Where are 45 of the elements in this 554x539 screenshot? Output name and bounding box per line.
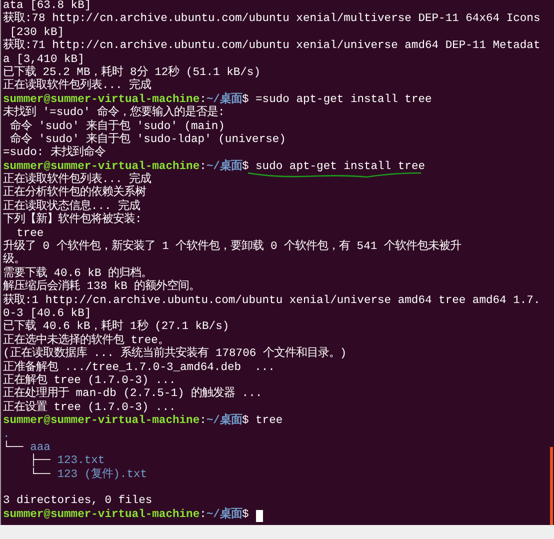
- prompt-text: summer@summer-virtual-machine:~/桌面$: [3, 508, 249, 522]
- tree-branch: ├──: [29, 455, 52, 468]
- directory-name: .: [3, 428, 10, 440]
- output-line: 命令 'sudo' 来自于包 'sudo-ldap' (universe): [8, 134, 286, 146]
- output-line: [230 kB]: [10, 26, 64, 39]
- prompt-text: summer@summer-virtual-machine:~/桌面$: [3, 160, 249, 173]
- output-line: 命令 'sudo' 来自于包 'sudo' (main): [8, 120, 225, 133]
- prompt-text: summer@summer-virtual-machine:~/桌面$: [3, 94, 249, 106]
- output-line: tree: [16, 228, 44, 240]
- output-line: 获取:78 http://cn.archive.ubuntu.com/ubuntu xenial/multiverse DEP-11 64x64 Icons: [3, 13, 540, 26]
- output-line: a [3,410 kB]: [3, 54, 84, 66]
- tree-branch: └──: [3, 442, 24, 456]
- directory-name: 123.txt: [57, 455, 105, 468]
- output-line: 已下载 40.6 kB，耗时 1秒 (27.1 kB/s): [3, 321, 230, 334]
- output-line: 0-3 [40.6 kB]: [3, 308, 92, 320]
- scrollbar-thumb[interactable]: [550, 447, 553, 525]
- prompt-text: summer@summer-virtual-machine:~/桌面$: [3, 415, 249, 429]
- output-line: 正在设置 tree (1.7.0-3) ...: [3, 402, 176, 414]
- output-line: 级。: [3, 254, 25, 266]
- output-line: 3 directories, 0 files: [3, 495, 152, 508]
- output-line: 获取:1 http://cn.archive.ubuntu.com/ubuntu xenial/universe amd64 tree amd64 1.7.: [3, 294, 540, 308]
- tree-branch: └──: [29, 468, 52, 482]
- command-text: tree: [256, 415, 283, 429]
- output-line: (正在读取数据库 ... 系统当前共安装有 178706 个文件和目录。): [3, 348, 347, 360]
- output-line: 正在读取状态信息... 完成: [3, 200, 140, 213]
- output-line: 正在读取软件包列表... 完成: [3, 174, 152, 186]
- directory-name: 123 (复件).txt: [57, 468, 148, 482]
- output-line: 解压缩后会消耗 138 kB 的额外空间。: [3, 281, 200, 294]
- command-text: sudo apt-get install tree: [256, 160, 426, 174]
- output-line: 需要下载 40.6 kB 的归档。: [3, 268, 152, 280]
- output-line: 正准备解包 .../tree_1.7.0-3_amd64.deb ...: [3, 362, 275, 374]
- output-line: 正在选中未选择的软件包 tree。: [3, 334, 169, 347]
- output-line: 正在分析软件包的依赖关系树: [3, 187, 146, 200]
- output-line: 获取:71 http://cn.archive.ubuntu.com/ubuntu xenial/universe amd64 DEP-11 Metadat: [3, 40, 540, 54]
- output-line: ata [63.8 kB]: [3, 0, 92, 12]
- command-text: =sudo apt-get install tree: [256, 94, 432, 108]
- output-line: =sudo: 未找到命令: [3, 147, 106, 160]
- output-line: 升级了 0 个软件包，新安装了 1 个软件包，要卸载 0 个软件包，有 541 个软件包未被升: [3, 241, 461, 254]
- output-line: 正在处理用于 man-db (2.7.5-1) 的触发器 ...: [3, 388, 262, 400]
- output-line: 正在读取软件包列表... 完成: [3, 80, 152, 94]
- output-line: 未找到 '=sudo' 命令，您要输入的是否是:: [3, 107, 225, 120]
- output-line: 下列【新】软件包将被安装:: [3, 214, 142, 228]
- output-line: 正在解包 tree (1.7.0-3) ...: [3, 374, 176, 387]
- directory-name: aaa: [30, 442, 50, 454]
- output-line: 已下载 25.2 MB，耗时 8分 12秒 (51.1 kB/s): [3, 66, 260, 79]
